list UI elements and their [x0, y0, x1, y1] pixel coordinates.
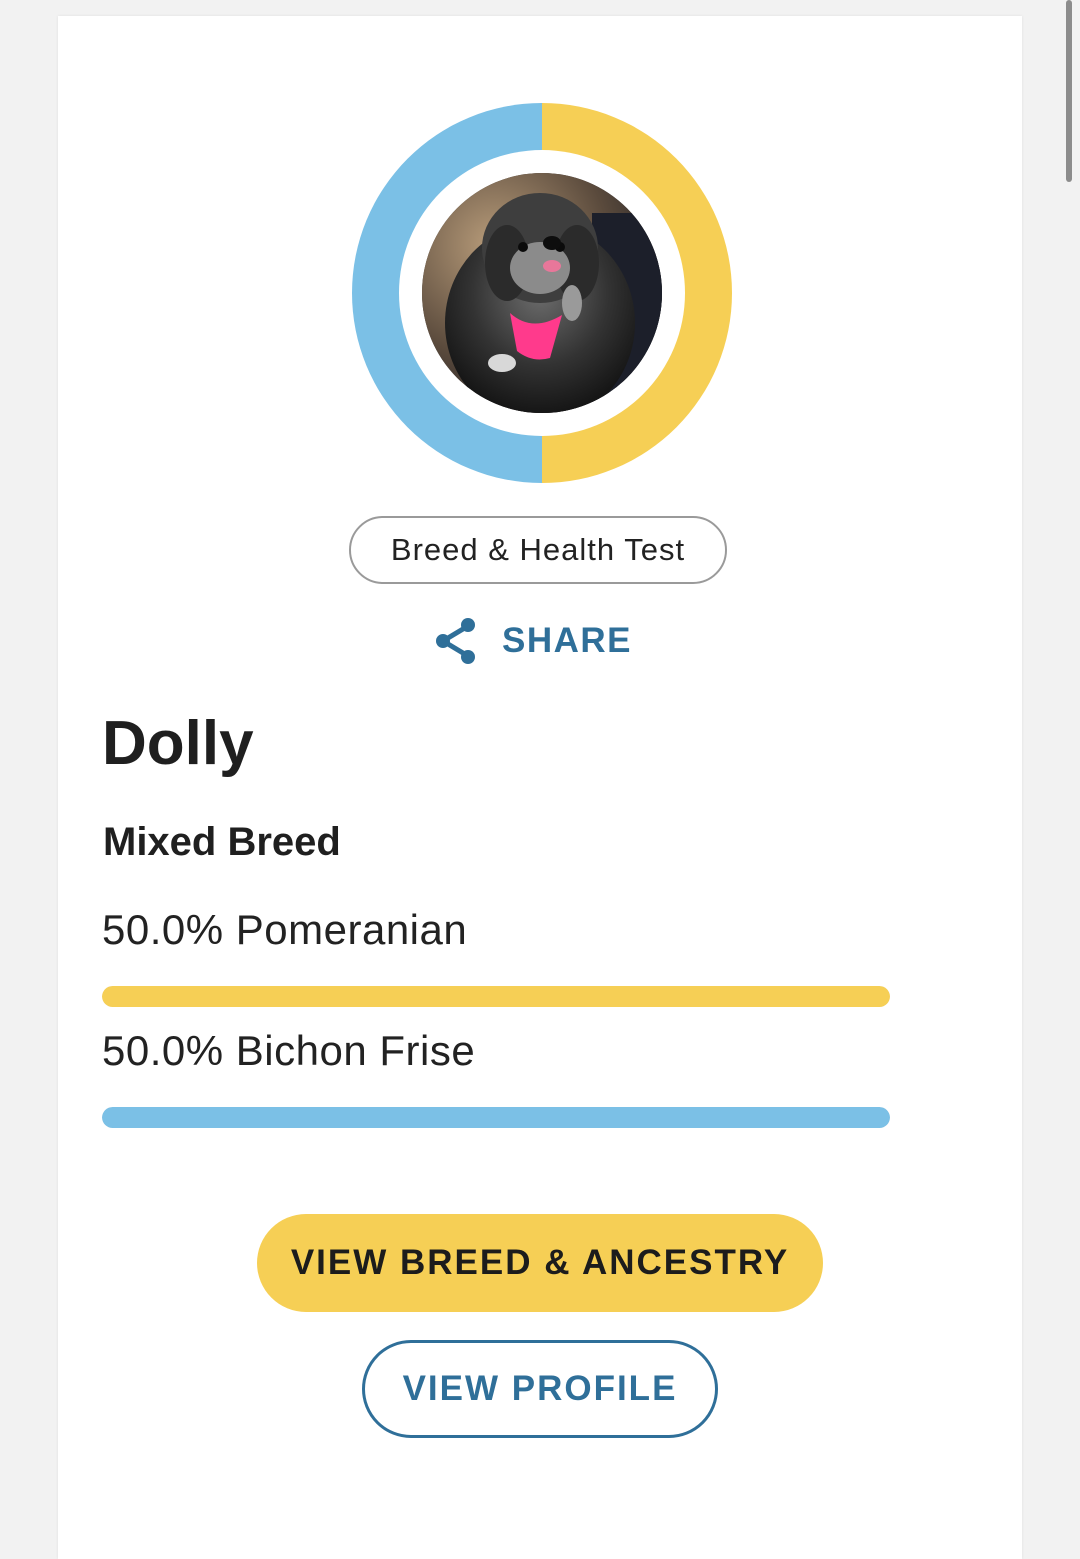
share-label: SHARE: [502, 621, 633, 660]
avatar: [422, 173, 662, 413]
scrollbar[interactable]: [1064, 0, 1080, 1559]
page: Breed & Health Test SHARE Dolly Mixed Br…: [0, 0, 1080, 1559]
breed-bar-fill: [102, 1107, 890, 1128]
dog-photo: [422, 173, 662, 413]
breed-label-pomeranian: 50.0% Pomeranian: [102, 906, 468, 953]
breed-bar-fill: [102, 986, 890, 1007]
scrollbar-thumb[interactable]: [1066, 0, 1072, 182]
breed-bar-pomeranian: [102, 986, 890, 1007]
breed-ring-chart: [352, 103, 732, 483]
breed-type: Mixed Breed: [103, 820, 341, 864]
ring-inner: [399, 150, 685, 436]
view-breed-ancestry-button[interactable]: VIEW BREED & ANCESTRY: [257, 1214, 823, 1312]
view-profile-button[interactable]: VIEW PROFILE: [362, 1340, 718, 1438]
test-type-badge: Breed & Health Test: [349, 516, 727, 584]
breed-bar-bichon-frise: [102, 1107, 890, 1128]
share-icon: [436, 618, 475, 664]
dog-name: Dolly: [102, 709, 254, 778]
share-button[interactable]: SHARE: [432, 616, 632, 666]
breed-label-bichon-frise: 50.0% Bichon Frise: [102, 1027, 476, 1074]
dog-card: Breed & Health Test SHARE Dolly Mixed Br…: [58, 16, 1022, 1559]
